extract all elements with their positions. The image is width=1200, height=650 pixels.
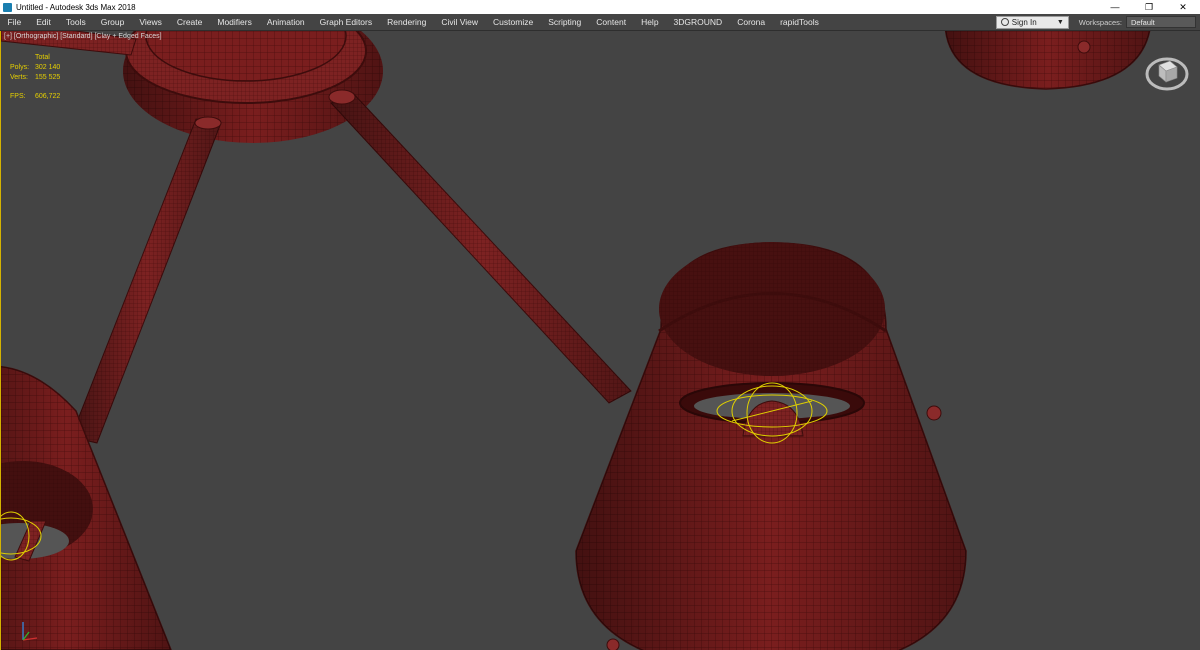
menu-3dground[interactable]: 3DGROUND	[666, 14, 730, 30]
sign-in-label: Sign In	[1011, 17, 1037, 27]
workspaces-selector: Workspaces: Default	[1079, 16, 1196, 28]
viewcube-icon[interactable]	[1144, 51, 1190, 93]
menu-rendering[interactable]: Rendering	[380, 14, 434, 30]
close-button[interactable]: ✕	[1166, 0, 1200, 14]
arm-left-mesh[interactable]	[70, 116, 222, 444]
menu-views[interactable]: Views	[132, 14, 170, 30]
viewport-orthographic[interactable]: [+] [Orthographic] [Standard] [Clay + Ed…	[0, 31, 1200, 650]
fps-value: 606,722	[35, 93, 61, 100]
menu-file[interactable]: File	[0, 14, 29, 30]
maximize-button[interactable]: ❐	[1132, 0, 1166, 14]
arm-right-mesh[interactable]	[328, 89, 632, 404]
window-title: Untitled - Autodesk 3ds Max 2018	[16, 2, 136, 12]
menu-help[interactable]: Help	[634, 14, 666, 30]
viewport-label[interactable]: [+] [Orthographic] [Standard] [Clay + Ed…	[4, 33, 162, 40]
menu-scripting[interactable]: Scripting	[541, 14, 589, 30]
menu-animation[interactable]: Animation	[259, 14, 312, 30]
user-icon	[1000, 18, 1009, 26]
fps-label: FPS:	[10, 93, 26, 100]
menu-edit[interactable]: Edit	[29, 14, 59, 30]
menu-content[interactable]: Content	[589, 14, 634, 30]
chevron-down-icon: ▼	[1056, 18, 1064, 26]
hub-mesh[interactable]	[123, 31, 383, 143]
menu-bar: File Edit Tools Group Views Create Modif…	[0, 14, 1200, 31]
menu-civil-view[interactable]: Civil View	[434, 14, 486, 30]
viewport-scene[interactable]	[1, 31, 1200, 650]
shade-top-right-mesh[interactable]	[944, 31, 1151, 90]
sign-in-dropdown[interactable]: Sign In ▼	[995, 15, 1069, 29]
minimize-button[interactable]: —	[1098, 0, 1132, 14]
stats-header: Total	[35, 54, 50, 61]
menu-corona[interactable]: Corona	[730, 14, 773, 30]
statistics-overlay: Total Polys: 302 140 Verts: 155 525 FPS:…	[10, 53, 75, 102]
menu-group[interactable]: Group	[93, 14, 132, 30]
menu-customize[interactable]: Customize	[486, 14, 541, 30]
menu-create[interactable]: Create	[169, 14, 210, 30]
menu-rapidtools[interactable]: rapidTools	[773, 14, 827, 30]
menu-tools[interactable]: Tools	[58, 14, 93, 30]
workspaces-label: Workspaces:	[1078, 17, 1122, 27]
app-icon	[3, 2, 12, 12]
shade-right-mesh[interactable]	[575, 242, 967, 650]
polys-label: Polys:	[10, 64, 30, 71]
verts-label: Verts:	[10, 74, 28, 81]
axis-tripod-icon	[22, 622, 38, 641]
workspaces-dropdown[interactable]: Default	[1126, 16, 1196, 28]
title-bar: Untitled - Autodesk 3ds Max 2018 — ❐ ✕	[0, 0, 1200, 14]
verts-value: 155 525	[35, 74, 61, 81]
menu-graph-editors[interactable]: Graph Editors	[312, 14, 379, 30]
menu-modifiers[interactable]: Modifiers	[210, 14, 259, 30]
polys-value: 302 140	[35, 64, 61, 71]
